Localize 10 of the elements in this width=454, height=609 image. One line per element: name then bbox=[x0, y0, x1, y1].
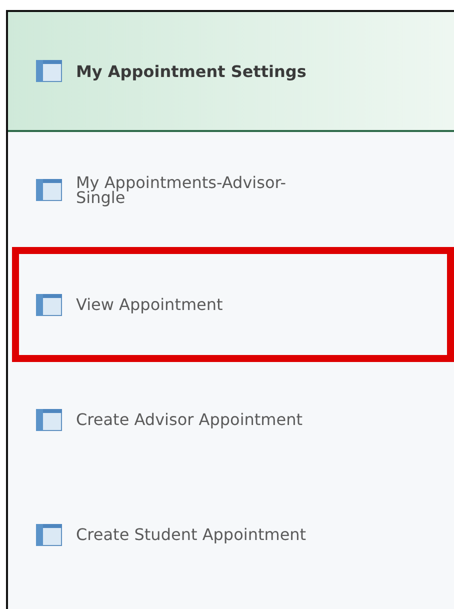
window-icon bbox=[36, 408, 62, 430]
window-icon bbox=[36, 60, 62, 82]
menu-item[interactable]: My Appointment Settings bbox=[8, 12, 454, 132]
highlighted-menu-item[interactable]: View Appointment bbox=[12, 247, 454, 362]
window-icon bbox=[36, 178, 62, 200]
window-icon bbox=[36, 524, 62, 546]
menu-item[interactable]: Create Advisor Appointment bbox=[8, 362, 454, 477]
menu-item[interactable]: Create Student Appointment bbox=[8, 477, 454, 592]
menu-item[interactable]: My Appointments-Advisor-Single bbox=[8, 132, 454, 247]
window-icon bbox=[36, 294, 62, 316]
